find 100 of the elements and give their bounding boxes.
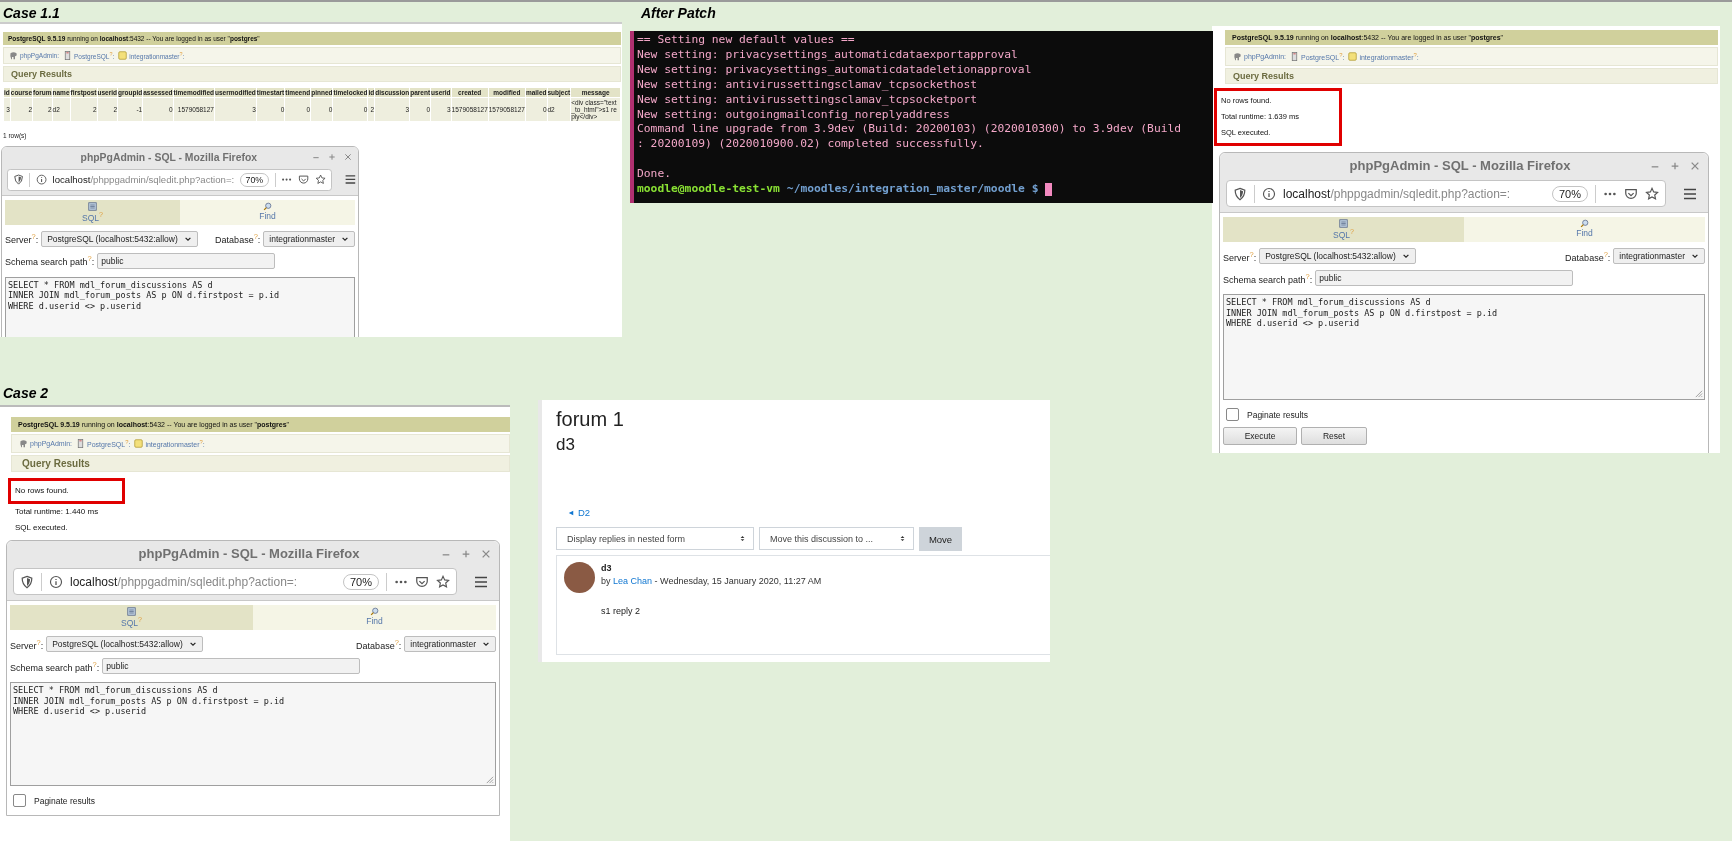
field-label: Database$^{?}$: (356, 637, 402, 651)
byline-text: by (601, 576, 611, 586)
display-mode-select[interactable]: Display replies in nested form (556, 527, 754, 550)
close-icon[interactable] (343, 153, 352, 162)
database-icon (1348, 52, 1358, 62)
terminal-line: Done. (637, 167, 672, 183)
document-icon (127, 607, 136, 617)
field-label: Schema search path$^{?}$: (10, 659, 100, 673)
star-icon[interactable] (436, 574, 450, 589)
url-text: localhost/phppgadmin/sqledit.php?action=: (52, 174, 235, 186)
field-label: Schema search path$^{?}$: (1223, 271, 1313, 285)
section-title: Query Results (11, 455, 510, 473)
database-select[interactable]: integrationmaster (404, 636, 496, 653)
checkbox[interactable] (1226, 408, 1239, 422)
checkbox[interactable] (13, 794, 26, 808)
url-text: localhost/phppgadmin/sqledit.php?action=: (1283, 186, 1512, 201)
schema-input[interactable]: public (97, 252, 276, 269)
window-title: phpPgAdmin - SQL - Mozilla Firefox (137, 546, 361, 562)
search-icon (1580, 219, 1589, 229)
address-bar[interactable]: localhost/phppgadmin/sqledit.php?action=: 70% (6, 168, 332, 191)
server-select[interactable]: PostgreSQL (localhost:5432:allow) (1259, 248, 1416, 265)
field-label: Schema search path$^{?}$: (5, 254, 95, 268)
tab[interactable]: Find (1464, 217, 1705, 243)
search-icon (370, 607, 379, 617)
server-icon (76, 439, 86, 449)
terminal-line: New setting: privacysettings_automaticdatadeletionapproval (637, 62, 1033, 78)
form-button[interactable]: Execute (1223, 427, 1297, 446)
post-subject: d3 (601, 563, 613, 573)
resize-grip-icon[interactable] (485, 775, 494, 785)
window-title: phpPgAdmin - SQL - Mozilla Firefox (1348, 158, 1572, 174)
close-icon[interactable] (1690, 160, 1700, 171)
database-select[interactable]: integrationmaster (1613, 248, 1705, 265)
terminal-line: New setting: antivirussettingsclamav_tcpsockethost (637, 77, 979, 93)
sql-editor[interactable]: SELECT * FROM mdl_forum_discussions AS d INNER JOIN mdl_forum_posts AS p ON d.firstpost = p.id WHERE d.userid <> p.userid (1223, 294, 1705, 401)
menu-icon[interactable] (344, 173, 358, 187)
database-select[interactable]: integrationmaster (263, 230, 355, 247)
author-link[interactable]: Lea Chan (613, 576, 653, 586)
maximize-icon[interactable] (327, 153, 336, 162)
post-body: s1 reply 2 (601, 606, 642, 616)
previous-discussion-link[interactable]: D2 (578, 507, 591, 518)
tab[interactable]: SQL$^{?}$ (1223, 217, 1464, 243)
tab[interactable]: Find (253, 605, 496, 631)
form-button[interactable]: Reset (1301, 427, 1367, 446)
tab[interactable]: Find (180, 199, 355, 225)
caption-label: After Patch (641, 5, 716, 21)
chevron-icon (1401, 252, 1410, 261)
sort-arrows-icon (740, 535, 745, 542)
checkbox-label: Paginate results (1247, 409, 1308, 420)
prompt-path: ~/moodles/integration_master/moodle $ (786, 182, 1039, 197)
server-icon (1290, 52, 1300, 62)
post-date: - Wednesday, 15 January 2020, 11:27 AM (654, 576, 822, 586)
field-label: Database$^{?}$: (215, 232, 261, 246)
field-label: Server$^{?}$: (10, 637, 44, 651)
pocket-icon[interactable] (297, 174, 309, 186)
forum-title: forum 1 (556, 408, 625, 431)
terminal-line: New setting: antivirussettingsclamav_tcpsocketport (637, 92, 979, 108)
info-icon (49, 574, 63, 589)
left-triangle-icon (568, 509, 574, 516)
address-bar[interactable]: localhost/phppgadmin/sqledit.php?action=: 70% (13, 568, 457, 596)
tab[interactable]: SQL$^{?}$ (10, 605, 253, 631)
prompt-user: moodle@moodle-test-vm (637, 182, 780, 197)
status-message: SQL executed. (14, 522, 69, 535)
terminal-line: New setting: privacysettings_automaticdataexportapproval (637, 47, 1019, 63)
tab[interactable]: SQL$^{?}$ (5, 199, 180, 225)
field-label: Server$^{?}$: (5, 232, 39, 246)
info-icon (35, 174, 47, 186)
close-icon[interactable] (481, 548, 491, 559)
database-icon (118, 51, 128, 61)
server-select[interactable]: PostgreSQL (localhost:5432:allow) (41, 230, 198, 247)
resize-grip-icon[interactable] (1694, 389, 1703, 399)
caption-label: Case 1.1 (3, 5, 60, 21)
field-label: Server$^{?}$: (1223, 249, 1257, 263)
sql-editor[interactable]: SELECT * FROM mdl_forum_discussions AS d INNER JOIN mdl_forum_posts AS p ON d.firstpost = p.id WHERE d.userid <> p.userid (10, 682, 496, 787)
discussion-title: d3 (556, 435, 576, 455)
server-select[interactable]: PostgreSQL (localhost:5432:allow) (46, 636, 203, 653)
sql-editor[interactable]: SELECT * FROM mdl_forum_discussions AS d INNER JOIN mdl_forum_posts AS p ON d.firstpost = p.id WHERE d.userid <> p.userid (5, 276, 355, 337)
move-button[interactable]: Move (919, 527, 962, 551)
address-bar[interactable]: localhost/phppgadmin/sqledit.php?action=: 70% (1226, 180, 1666, 208)
schema-input[interactable]: public (1315, 270, 1574, 287)
pocket-icon[interactable] (415, 574, 429, 589)
search-icon (263, 201, 272, 211)
caption-label: Case 2 (3, 385, 49, 401)
maximize-icon[interactable] (1670, 160, 1680, 171)
star-icon[interactable] (314, 174, 326, 186)
window-title: phpPgAdmin - SQL - Mozilla Firefox (79, 151, 259, 163)
server-icon (63, 51, 73, 61)
pocket-icon[interactable] (1624, 186, 1638, 201)
move-discussion-select[interactable]: Move this discussion to ... (759, 527, 914, 550)
chevron-icon (482, 640, 490, 649)
elephant-icon (19, 439, 28, 449)
status-message: Total runtime: 1.440 ms (14, 506, 100, 519)
maximize-icon[interactable] (461, 548, 471, 559)
schema-input[interactable]: public (102, 658, 361, 675)
database-icon (134, 439, 144, 449)
star-icon[interactable] (1645, 186, 1659, 201)
checkbox-label: Paginate results (34, 795, 95, 806)
text-cursor (1045, 183, 1053, 196)
section-title: Query Results (1225, 68, 1718, 85)
terminal-line: : 20200109) (2020010900.02) completed successfully. (637, 137, 985, 153)
sort-arrows-icon (900, 535, 905, 542)
